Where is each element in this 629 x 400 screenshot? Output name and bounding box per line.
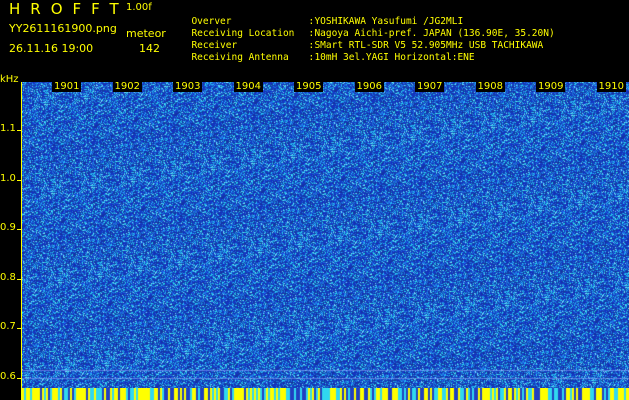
spectrogram [22, 82, 629, 390]
y-tick-mark [17, 378, 22, 379]
file-name: YY2611161900.png [9, 22, 117, 35]
x-tick-label: 1904 [233, 81, 263, 92]
date-time: 26.11.16 19:00 [9, 42, 94, 55]
y-tick-label: 1.0 [0, 173, 16, 184]
axis-unit: kHz [0, 74, 19, 85]
bottom-level-strip [22, 388, 629, 400]
x-tick-label: 1907 [415, 81, 445, 92]
y-tick-label: 0.6 [0, 371, 16, 382]
x-tick-label: 1909 [536, 81, 566, 92]
y-tick-mark [17, 229, 22, 230]
version-label: 1.00f [126, 2, 152, 13]
x-tick-label: 1906 [354, 81, 384, 92]
y-tick-mark [17, 130, 22, 131]
info-row-antenna: Receiving Antenna:10mH 3el.YAGI Horizont… [180, 41, 475, 63]
meteor-label: meteor [126, 27, 166, 40]
y-tick-label: 0.9 [0, 222, 16, 233]
app-title: HROFFT [9, 0, 129, 18]
y-tick-mark [17, 180, 22, 181]
x-tick-label: 1905 [294, 81, 324, 92]
y-tick-label: 0.8 [0, 272, 16, 283]
y-tick-mark [17, 328, 22, 329]
x-tick-label: 1902 [112, 81, 142, 92]
info-label: Receiving Antenna [191, 52, 289, 63]
y-tick-label: 0.7 [0, 321, 16, 332]
x-tick-label: 1910 [596, 81, 626, 92]
y-tick-label: 1.1 [0, 123, 16, 134]
y-tick-mark [17, 279, 22, 280]
meteor-count: 142 [139, 42, 160, 55]
x-tick-label: 1908 [475, 81, 505, 92]
x-tick-label: 1903 [173, 81, 203, 92]
x-tick-label: 1901 [52, 81, 82, 92]
info-value: 10mH 3el.YAGI Horizontal:ENE [314, 52, 475, 63]
